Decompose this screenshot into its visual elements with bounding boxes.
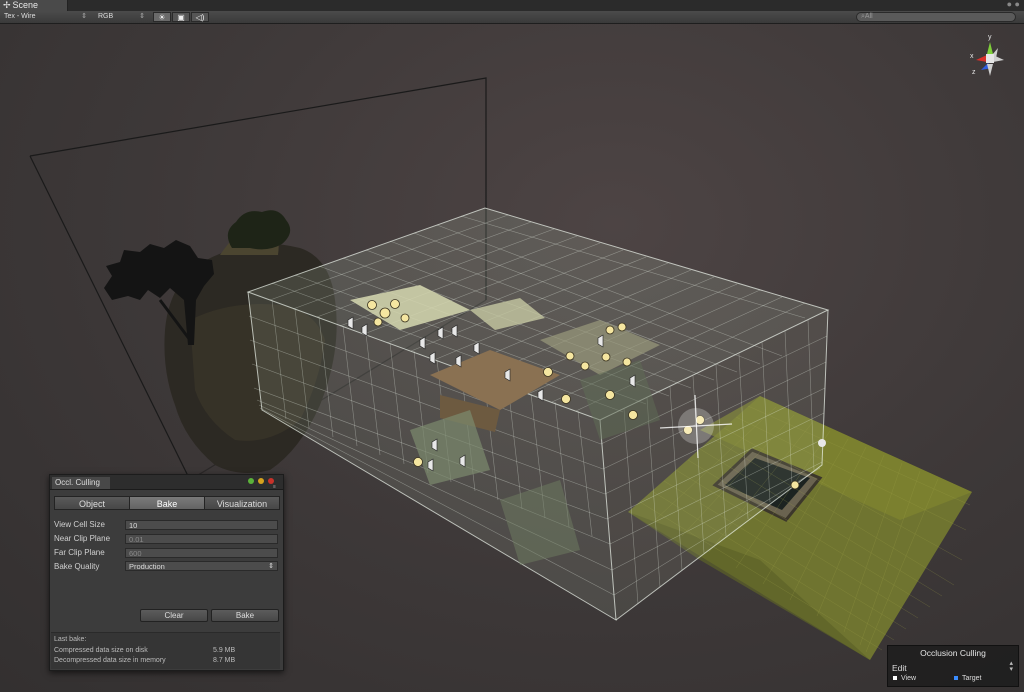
overlay-mode-dropdown[interactable]: Edit bbox=[892, 663, 907, 673]
clear-button[interactable]: Clear bbox=[140, 609, 208, 622]
near-clip-plane-field[interactable]: 0.01 bbox=[125, 534, 278, 544]
tab-scene[interactable]: ✢ Scene bbox=[0, 0, 68, 11]
last-bake-header: Last bake: bbox=[54, 636, 87, 643]
color-mode-value: RGB bbox=[98, 13, 114, 20]
bake-button[interactable]: Bake bbox=[211, 609, 279, 622]
scene-crosshair-icon: ✢ bbox=[3, 0, 11, 10]
axis-y-cone bbox=[987, 42, 993, 54]
render-mode-dropdown[interactable]: Tex - Wire ⇕ bbox=[0, 12, 90, 22]
scene-lighting-button[interactable]: ☀ bbox=[153, 12, 171, 22]
dropdown-arrow-icon: ⇕ bbox=[139, 13, 145, 20]
sun-icon: ☀ bbox=[158, 13, 166, 22]
overlay-title: Occlusion Culling bbox=[920, 648, 986, 658]
scene-viewport[interactable]: y x z Occl. Culling ≡ Object Bake Visual… bbox=[0, 24, 1024, 692]
dropdown-arrow-icon: ⇕ bbox=[81, 13, 87, 20]
axis-z-label: z bbox=[972, 69, 976, 76]
tab-object[interactable]: Object bbox=[54, 496, 130, 510]
scene-audio-button[interactable]: ◁) bbox=[191, 12, 209, 22]
axis-x-label: x bbox=[970, 53, 974, 60]
legend-view-label: View bbox=[901, 675, 917, 682]
near-clip-plane-value: 0.01 bbox=[129, 535, 144, 544]
search-text: All bbox=[864, 13, 873, 20]
legend-target-label: Target bbox=[962, 675, 982, 682]
target-color-swatch bbox=[954, 676, 958, 681]
render-mode-value: Tex - Wire bbox=[4, 13, 36, 20]
occlusion-culling-overlay: Occlusion Culling Edit ▴ ▾ View Target bbox=[887, 645, 1019, 687]
memory-size-value: 8.7 MB bbox=[213, 657, 236, 664]
occlusion-window-tab[interactable]: Occl. Culling bbox=[52, 477, 110, 489]
tab-object-label: Object bbox=[78, 499, 105, 509]
legend-target: Target bbox=[954, 675, 981, 682]
bake-quality-label: Bake Quality bbox=[54, 562, 100, 571]
scene-image-button[interactable]: ▣ bbox=[172, 12, 190, 22]
last-bake-info: Last bake: Compressed data size on disk … bbox=[51, 632, 280, 669]
view-cell-size-label: View Cell Size bbox=[54, 520, 105, 529]
far-clip-plane-value: 600 bbox=[129, 549, 142, 558]
view-cell-size-field[interactable]: 10 bbox=[125, 520, 278, 530]
axis-y-label: y bbox=[988, 34, 992, 41]
disk-size-label: Compressed data size on disk bbox=[54, 647, 148, 654]
tree-top bbox=[227, 210, 291, 250]
view-color-swatch bbox=[893, 676, 897, 681]
near-clip-plane-label: Near Clip Plane bbox=[54, 534, 111, 543]
memory-size-label: Decompressed data size in memory bbox=[54, 657, 166, 664]
hierarchy-search-input[interactable]: ⌕All bbox=[856, 12, 1016, 22]
far-clip-plane-label: Far Clip Plane bbox=[54, 548, 105, 557]
scene-orientation-gizmo[interactable]: y x z bbox=[962, 30, 1018, 86]
far-clip-plane-field[interactable]: 600 bbox=[125, 548, 278, 558]
overlay-mode-value: Edit bbox=[892, 663, 907, 673]
legend-view: View bbox=[893, 675, 916, 682]
scene-toolbar: Tex - Wire ⇕ RGB ⇕ ☀ ▣ ◁) ⌕All bbox=[0, 11, 1024, 24]
image-icon: ▣ bbox=[177, 13, 185, 22]
occlusion-window-titlebar[interactable]: Occl. Culling ≡ bbox=[50, 475, 283, 490]
axis-x-cone bbox=[976, 55, 987, 62]
window-controls[interactable]: ● ● bbox=[1007, 0, 1020, 9]
view-cell-size-value: 10 bbox=[129, 521, 138, 530]
tab-bake-label: Bake bbox=[156, 499, 178, 509]
tab-bake[interactable]: Bake bbox=[129, 496, 205, 510]
maximize-icon[interactable] bbox=[248, 478, 254, 484]
bake-button-label: Bake bbox=[235, 611, 255, 620]
minimize-icon[interactable] bbox=[258, 478, 264, 484]
window-menu-icon[interactable]: ≡ bbox=[273, 484, 276, 490]
disk-size-value: 5.9 MB bbox=[213, 647, 236, 654]
updown-arrow-icon[interactable]: ▴ ▾ bbox=[1009, 660, 1013, 673]
bake-quality-value: Production bbox=[129, 562, 165, 571]
occlusion-culling-window: Occl. Culling ≡ Object Bake Visualizatio… bbox=[49, 474, 284, 671]
dropdown-arrow-icon: ⇕ bbox=[268, 563, 274, 570]
color-mode-dropdown[interactable]: RGB ⇕ bbox=[94, 12, 148, 22]
occlusion-window-title: Occl. Culling bbox=[55, 478, 100, 487]
tab-visualization-label: Visualization bbox=[216, 499, 268, 509]
clear-button-label: Clear bbox=[164, 611, 184, 620]
tab-scene-label: Scene bbox=[12, 0, 39, 10]
tab-visualization[interactable]: Visualization bbox=[204, 496, 280, 510]
bake-quality-dropdown[interactable]: Production ⇕ bbox=[125, 561, 278, 571]
speaker-icon: ◁) bbox=[195, 13, 205, 22]
